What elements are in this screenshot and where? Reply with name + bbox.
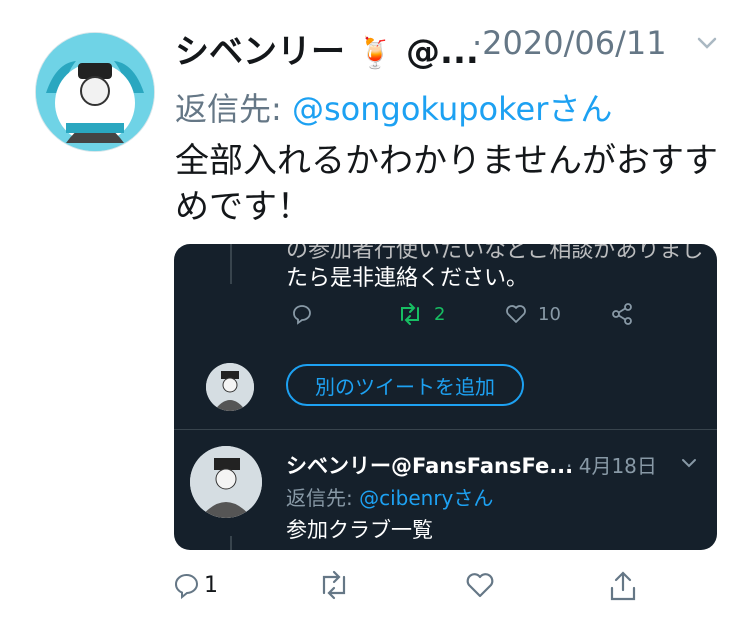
add-tweet-button[interactable]: 別のツイートを追加	[286, 364, 524, 406]
reply-date[interactable]: · 4月18日	[566, 450, 657, 479]
reply-to-label: 返信先:	[175, 90, 292, 128]
reply-to-label: 返信先:	[286, 486, 360, 510]
thread-line	[230, 244, 232, 284]
palm-avatar-icon	[36, 33, 154, 151]
heart-icon	[506, 305, 526, 323]
user-avatar-icon	[206, 363, 254, 411]
reply-action[interactable]: 1	[172, 570, 218, 600]
embedded-text-line: たら是非連絡ください。	[286, 266, 529, 291]
reply-avatar[interactable]	[190, 446, 262, 518]
user-avatar-icon	[190, 446, 262, 518]
chevron-down-icon[interactable]	[694, 30, 720, 56]
reply-icon	[293, 305, 311, 325]
reply-icon	[175, 574, 198, 600]
chevron-down-icon[interactable]	[680, 454, 698, 472]
author-display-name: シベンリー	[175, 32, 345, 72]
reply-author-name[interactable]: シベンリー@FansFansFe...	[286, 450, 573, 480]
small-avatar	[206, 363, 254, 411]
tweet-date[interactable]: ·2020/06/11	[472, 24, 667, 62]
reply-to-line: 返信先: @songokupokerさん	[175, 84, 612, 130]
share-action[interactable]	[608, 570, 638, 602]
embedded-like-count: 10	[538, 303, 561, 325]
thread-line	[230, 536, 232, 550]
embedded-retweet-action[interactable]: 2	[396, 302, 445, 326]
reply-to-handle-link[interactable]: @songokupokerさん	[292, 90, 612, 128]
tweet-text: 全部入れるかわかりませんがおすすめです！	[175, 141, 718, 227]
embedded-reply-action[interactable]	[290, 302, 324, 326]
author-name[interactable]: シベンリー 🍹 @...	[175, 24, 479, 73]
embedded-retweet-count: 2	[434, 303, 446, 325]
reply-text: 参加クラブ一覧	[286, 518, 433, 542]
share-icon	[610, 571, 636, 601]
retweet-icon	[401, 303, 419, 325]
avatar[interactable]	[35, 32, 155, 152]
retweet-icon	[322, 570, 346, 600]
author-handle: @...	[406, 32, 479, 72]
divider	[174, 429, 717, 430]
like-action[interactable]	[464, 570, 496, 600]
reply-to-line: 返信先: @cibenryさん	[286, 482, 493, 511]
retweet-action[interactable]	[316, 570, 352, 600]
reply-to-handle-link[interactable]: @cibenryさん	[359, 486, 493, 510]
embedded-image-card[interactable]: の参加者行使いたいなどご相談がありまし たら是非連絡ください。 2 10 別のツ…	[174, 244, 717, 550]
heart-icon	[466, 573, 494, 598]
embedded-like-action[interactable]: 10	[504, 302, 561, 326]
cocktail-emoji-icon: 🍹	[356, 36, 395, 71]
reply-count: 1	[204, 572, 218, 598]
share-nodes-icon	[612, 303, 632, 325]
embedded-share-action[interactable]	[610, 302, 644, 326]
